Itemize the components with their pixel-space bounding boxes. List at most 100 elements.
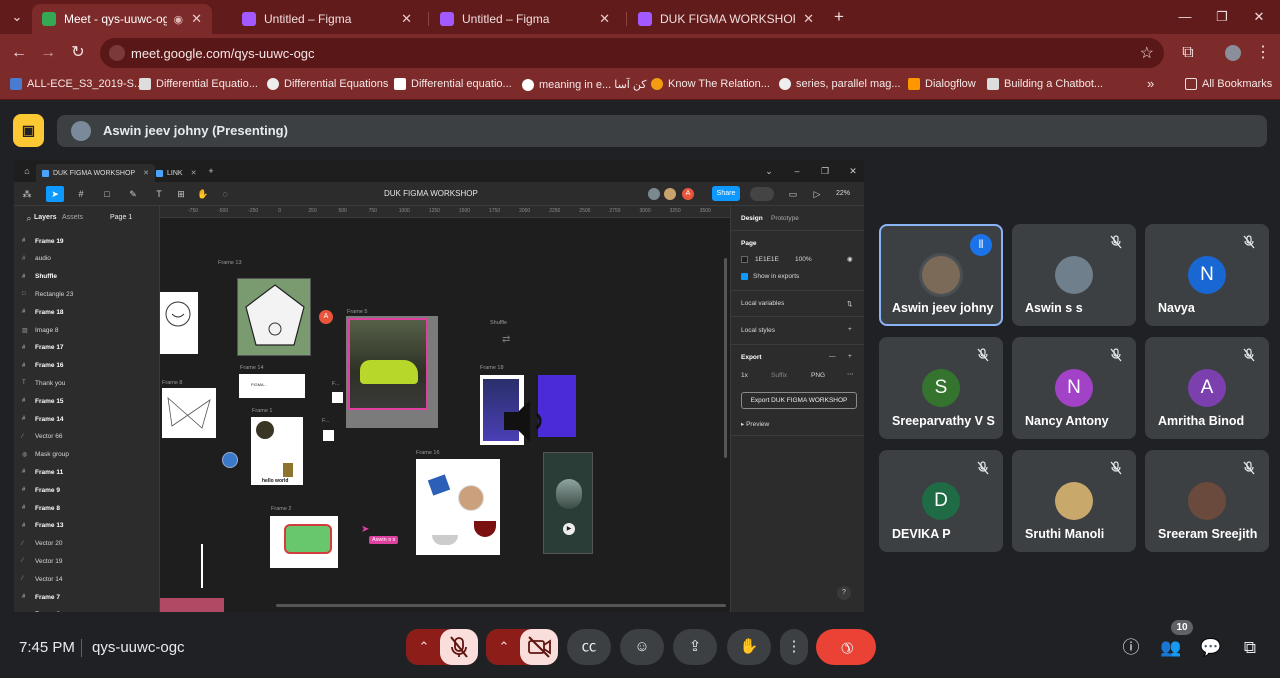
participant-tile[interactable]: A Amritha Binod bbox=[1145, 337, 1269, 439]
participant-name: Sreeram Sreejith bbox=[1158, 527, 1258, 541]
camera-off-button[interactable] bbox=[520, 629, 558, 665]
all-bookmarks[interactable]: All Bookmarks bbox=[1185, 78, 1272, 90]
phone-mockup: ▶ bbox=[543, 452, 593, 554]
close-tab-icon[interactable]: ✕ bbox=[401, 11, 412, 27]
maximize-icon[interactable]: ❐ bbox=[1211, 6, 1233, 28]
participant-tile[interactable]: Sruthi Manoli bbox=[1012, 450, 1136, 552]
preview-toggle: ▸ Preview bbox=[741, 420, 769, 428]
figma-file-title: DUK FIGMA WORKSHOP bbox=[384, 189, 478, 198]
new-tab-button[interactable]: + bbox=[828, 6, 850, 28]
chat-icon[interactable]: 💬 bbox=[1199, 636, 1223, 660]
raise-hand-button[interactable]: ✋ bbox=[727, 629, 771, 665]
ruler-tick: -250 bbox=[248, 208, 259, 214]
bookmark-item[interactable]: Differential Equations bbox=[267, 78, 388, 90]
layer-type-icon: ⁄ bbox=[22, 558, 24, 565]
small-frame bbox=[323, 430, 334, 441]
mic-off-button[interactable] bbox=[440, 629, 478, 665]
tab-figma-3[interactable]: DUK FIGMA WORKSHOP – Figm ✕ bbox=[628, 4, 824, 34]
avatar bbox=[1055, 256, 1093, 294]
avatar: N bbox=[1188, 256, 1226, 294]
figma-tab-file: DUK FIGMA WORKSHOP ✕ bbox=[36, 164, 155, 182]
participant-name: Sreeparvathy V S bbox=[892, 414, 995, 428]
avatar bbox=[922, 256, 960, 294]
layer-label: Frame 15 bbox=[35, 397, 64, 405]
presentation-icon[interactable]: ▣ bbox=[13, 114, 44, 147]
bookmark-item[interactable]: meaning in e... کن آسا bbox=[522, 78, 647, 91]
meeting-info-icon[interactable]: ⓘ bbox=[1119, 636, 1143, 660]
layer-item: # Frame 14 bbox=[22, 412, 64, 426]
participant-tile[interactable]: Aswin s s bbox=[1012, 224, 1136, 326]
layer-item: #Frame 6 bbox=[22, 608, 60, 612]
drive-icon bbox=[10, 78, 22, 90]
captions-icon: ㏄ bbox=[581, 638, 597, 655]
google-icon bbox=[522, 78, 534, 91]
speaker-icon bbox=[504, 400, 542, 442]
layer-type-icon: ◍ bbox=[22, 452, 28, 459]
tab-figma-1[interactable]: Untitled – Figma ✕ bbox=[232, 4, 422, 34]
mic-muted-icon bbox=[1108, 235, 1124, 251]
site-info-icon[interactable] bbox=[109, 45, 125, 61]
close-tab-icon[interactable]: ✕ bbox=[803, 11, 814, 27]
participant-tile[interactable]: Aswin jeev johny ⦀ bbox=[879, 224, 1003, 326]
bottom-frame bbox=[160, 598, 224, 612]
participant-tile[interactable]: S Sreeparvathy V S bbox=[879, 337, 1003, 439]
ruler-tick: -500 bbox=[218, 208, 229, 214]
minimize-icon[interactable]: — bbox=[1174, 6, 1196, 28]
figma-tab-link: LINK ✕ bbox=[150, 164, 202, 182]
captions-button[interactable]: ㏄ bbox=[567, 629, 611, 665]
bookmark-item[interactable]: Differential Equatio... bbox=[139, 78, 258, 90]
camera-options-chevron-icon[interactable]: ⌃ bbox=[486, 629, 522, 665]
participant-tile[interactable]: N Navya bbox=[1145, 224, 1269, 326]
more-bookmarks-icon[interactable]: » bbox=[1147, 76, 1154, 91]
menu-kebab-icon[interactable]: ⋮ bbox=[1252, 42, 1274, 64]
meet-window: { "browser": { "tabs": [ {"title": "Meet… bbox=[0, 0, 1280, 678]
bookmarks-bar: ALL-ECE_S3_2019-S... Differential Equati… bbox=[0, 72, 1280, 100]
frame-label: Frame 2 bbox=[271, 506, 292, 512]
tab-title: Untitled – Figma bbox=[462, 12, 550, 26]
extensions-icon[interactable]: ⧉ bbox=[1177, 42, 1199, 64]
people-icon[interactable]: 👥 bbox=[1159, 636, 1183, 660]
ruler-tick: 3000 bbox=[639, 208, 651, 214]
tab-search-button[interactable]: ⌄ bbox=[6, 6, 28, 28]
tab-figma-2[interactable]: Untitled – Figma ✕ bbox=[430, 4, 620, 34]
layer-type-icon: ⁄ bbox=[22, 433, 24, 440]
bookmark-item[interactable]: ALL-ECE_S3_2019-S... bbox=[10, 78, 143, 90]
frame-1: hello world bbox=[251, 417, 303, 485]
layer-label: Frame 9 bbox=[35, 486, 60, 494]
bookmark-star-icon[interactable]: ☆ bbox=[1140, 43, 1154, 63]
forward-icon[interactable]: → bbox=[37, 42, 59, 64]
bookmark-item[interactable]: Differential equatio... bbox=[394, 78, 512, 90]
close-tab-icon[interactable]: ✕ bbox=[191, 11, 202, 27]
bookmark-item[interactable]: Dialogflow bbox=[908, 78, 976, 90]
participant-tile[interactable]: N Nancy Antony bbox=[1012, 337, 1136, 439]
more-options-button[interactable]: ⋮ bbox=[780, 629, 808, 665]
ruler-tick: 500 bbox=[338, 208, 347, 214]
figma-file-icon bbox=[42, 169, 49, 177]
close-tab-icon[interactable]: ✕ bbox=[599, 11, 610, 27]
tab-meet[interactable]: Meet - qys-uuwc-ogc ◉ ✕ bbox=[32, 4, 212, 34]
layer-type-icon: ⁄ bbox=[22, 576, 24, 583]
bookmark-item[interactable]: Know The Relation... bbox=[651, 78, 770, 90]
present-button[interactable]: ⇪ bbox=[673, 629, 717, 665]
bookmark-item[interactable]: Building a Chatbot... bbox=[987, 78, 1103, 90]
activities-icon[interactable]: ⧉ bbox=[1238, 636, 1262, 660]
layer-item: # Frame 19 bbox=[22, 234, 64, 248]
mic-options-chevron-icon[interactable]: ⌃ bbox=[406, 629, 442, 665]
present-screen-icon: ⇪ bbox=[688, 638, 702, 655]
participant-tile[interactable]: D DEVIKA P bbox=[879, 450, 1003, 552]
participant-tile[interactable]: Sreeram Sreejith bbox=[1145, 450, 1269, 552]
reload-icon[interactable]: ↻ bbox=[67, 42, 89, 64]
frame-label: F... bbox=[332, 381, 340, 387]
bookmark-item[interactable]: series, parallel mag... bbox=[779, 78, 901, 90]
pen-tool-icon: ✎ bbox=[129, 189, 137, 199]
profile-avatar[interactable] bbox=[1222, 42, 1244, 64]
address-bar[interactable]: meet.google.com/qys-uuwc-ogc ☆ bbox=[100, 38, 1164, 68]
emoji-button[interactable]: ☺ bbox=[620, 629, 664, 665]
leave-call-button[interactable]: ✆ bbox=[816, 629, 876, 665]
back-icon[interactable]: ← bbox=[8, 42, 30, 64]
close-window-icon[interactable]: ✕ bbox=[1248, 6, 1270, 28]
prototype-tab: Prototype bbox=[771, 215, 799, 222]
close-icon: ✕ bbox=[849, 166, 857, 176]
layer-item: ⁄ Vector 14 bbox=[22, 572, 62, 586]
participant-name: Amritha Binod bbox=[1158, 414, 1245, 428]
